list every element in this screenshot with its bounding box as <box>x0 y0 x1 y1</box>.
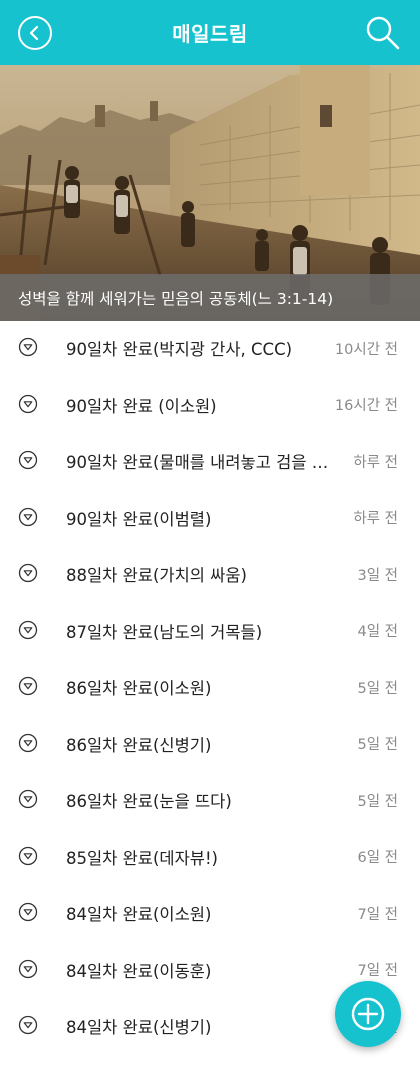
list-item-time: 4일 전 <box>357 624 398 641</box>
list-item[interactable]: 90일차 완료 (이소원) 16시간 전 <box>0 378 420 435</box>
expand-circle-icon <box>18 451 38 470</box>
expand-circle-icon <box>18 564 38 583</box>
list-item-time: 6일 전 <box>357 850 398 867</box>
list-item-title: 88일차 완료(가치의 싸움) <box>66 566 247 586</box>
list-item-title: 84일차 완료(이동훈) <box>66 961 212 981</box>
expand-circle-icon <box>18 677 38 696</box>
list-item-title: 84일차 완료(신병기) <box>66 1018 212 1038</box>
list-item-title: 86일차 완료(신병기) <box>66 735 212 755</box>
expand-circle-icon <box>18 507 38 526</box>
plus-icon <box>351 997 385 1031</box>
list-item-time: 5일 전 <box>357 793 398 810</box>
expand-circle-icon <box>18 394 38 413</box>
list-item-title: 90일차 완료 (이소원) <box>66 396 217 416</box>
list-item[interactable]: 90일차 완료(물매를 내려놓고 검을 들다) 하루 전 <box>0 434 420 491</box>
list-item-title: 86일차 완료(이소원) <box>66 679 212 699</box>
expand-circle-icon <box>18 790 38 809</box>
list-item-title: 90일차 완료(박지광 간사, CCC) <box>66 340 293 360</box>
list-item[interactable]: 84일차 완료(이소원) 7일 전 <box>0 886 420 943</box>
list-item[interactable]: 87일차 완료(남도의 거목들) 4일 전 <box>0 604 420 661</box>
page-title: 매일드림 <box>172 22 248 46</box>
list-item[interactable]: 88일차 완료(가치의 싸움) 3일 전 <box>0 547 420 604</box>
list-item[interactable]: 85일차 완료(데자뷰!) 6일 전 <box>0 830 420 887</box>
expand-circle-icon <box>18 733 38 752</box>
search-icon <box>366 16 400 50</box>
hero-banner[interactable]: 성벽을 함께 세워가는 믿음의 공동체(느 3:1-14) <box>0 65 420 321</box>
list-item-time: 10시간 전 <box>334 341 398 358</box>
list-item-time: 3일 전 <box>357 567 398 584</box>
list-item-time: 하루 전 <box>353 454 398 471</box>
expand-circle-icon <box>18 903 38 922</box>
chevron-left-icon <box>29 25 39 41</box>
expand-circle-icon <box>18 959 38 978</box>
list-item[interactable]: 86일차 완료(눈을 뜨다) 5일 전 <box>0 773 420 830</box>
expand-circle-icon <box>18 1016 38 1035</box>
list-item-title: 90일차 완료(이범렬) <box>66 509 212 529</box>
list-item-title: 90일차 완료(물매를 내려놓고 검을 들다) <box>66 453 342 473</box>
list-item-title: 85일차 완료(데자뷰!) <box>66 848 218 868</box>
list-item-time: 5일 전 <box>357 737 398 754</box>
expand-circle-icon <box>18 620 38 639</box>
list-item-time: 하루 전 <box>353 511 398 528</box>
add-post-button[interactable] <box>335 981 401 1047</box>
expand-circle-icon <box>18 338 38 357</box>
list-item-title: 84일차 완료(이소원) <box>66 905 212 925</box>
app-screen: 매일드림 성벽을 함께 세워가는 믿음의 공동체(느 3:1-14) 90일차 … <box>0 0 420 1066</box>
search-button[interactable] <box>364 14 402 52</box>
list-item[interactable]: 86일차 완료(신병기) 5일 전 <box>0 717 420 774</box>
list-item-title: 87일차 완료(남도의 거목들) <box>66 622 263 642</box>
list-item[interactable]: 86일차 완료(이소원) 5일 전 <box>0 660 420 717</box>
list-item[interactable]: 90일차 완료(박지광 간사, CCC) 10시간 전 <box>0 321 420 378</box>
back-button[interactable] <box>18 16 52 50</box>
list-item-time: 7일 전 <box>357 963 398 980</box>
list-item-time: 16시간 전 <box>334 398 398 415</box>
list-item-time: 7일 전 <box>357 906 398 923</box>
post-list: 90일차 완료(박지광 간사, CCC) 10시간 전 90일차 완료 (이소원) 1… <box>0 321 420 1056</box>
list-item-time: 5일 전 <box>357 680 398 697</box>
list-item[interactable]: 90일차 완료(이범렬) 하루 전 <box>0 491 420 548</box>
expand-circle-icon <box>18 846 38 865</box>
list-item-title: 86일차 완료(눈을 뜨다) <box>66 792 232 812</box>
hero-caption: 성벽을 함께 세워가는 믿음의 공동체(느 3:1-14) <box>0 274 420 321</box>
app-header: 매일드림 <box>0 0 420 65</box>
